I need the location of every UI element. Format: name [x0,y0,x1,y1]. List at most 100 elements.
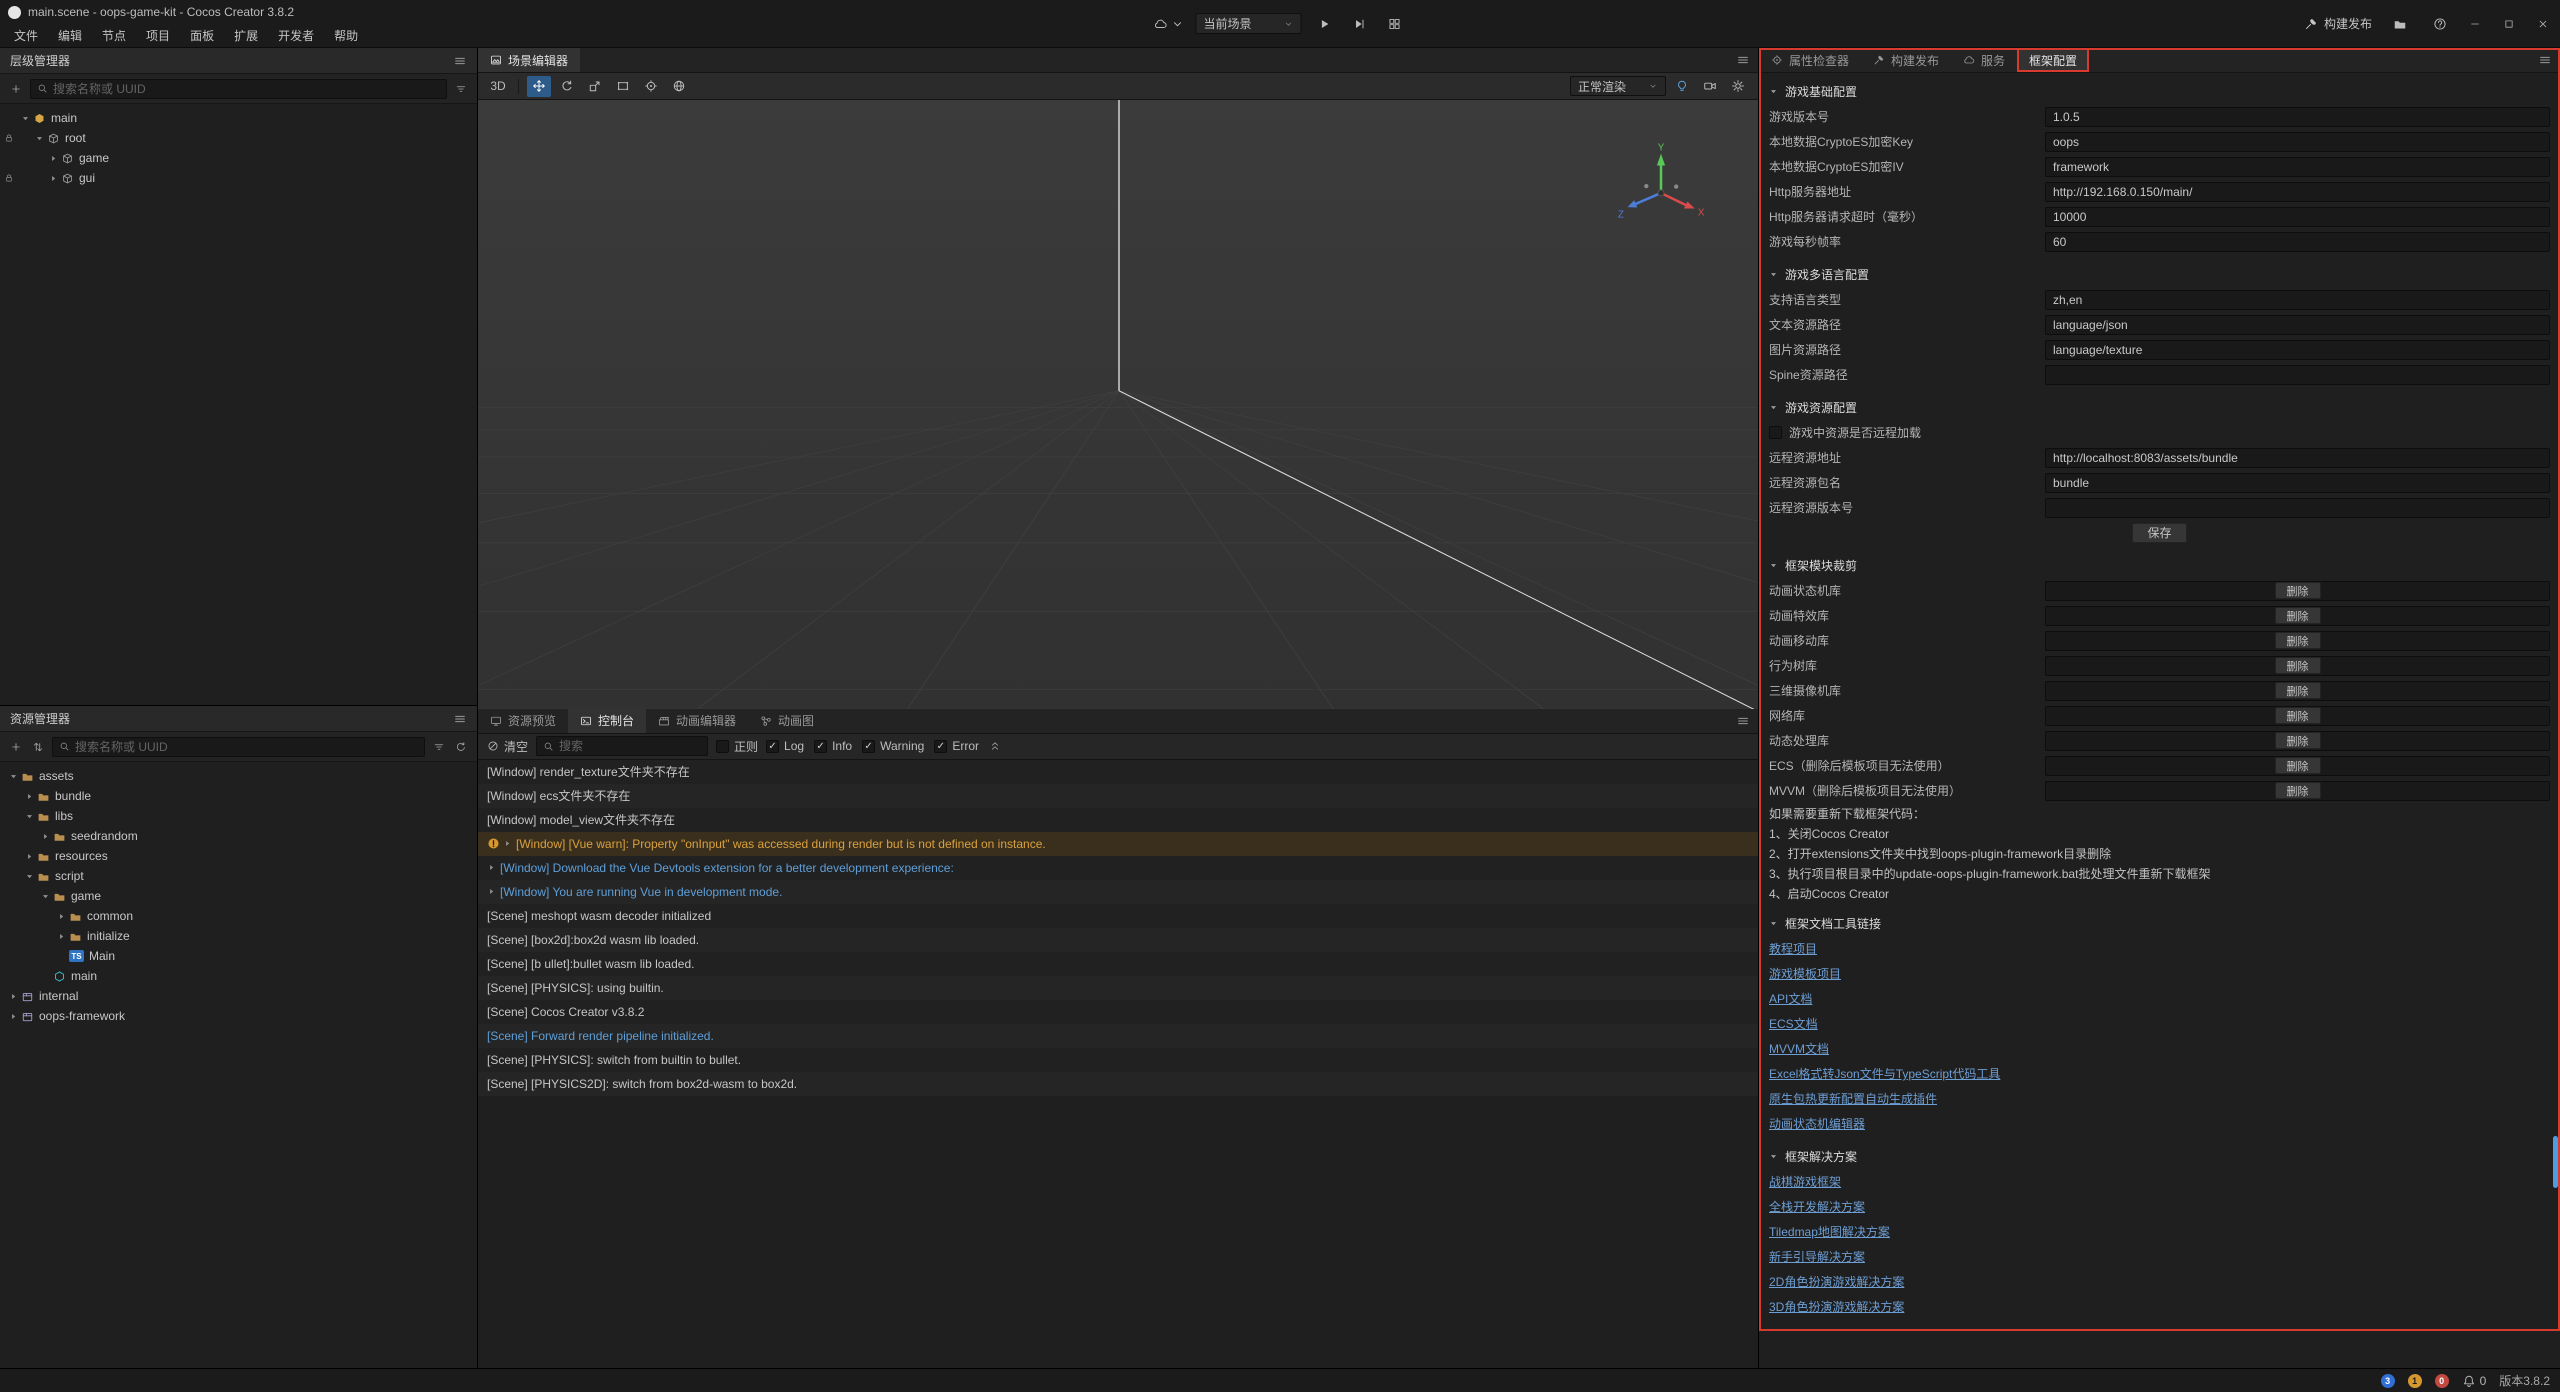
expand-toggle[interactable] [32,134,47,143]
log-row[interactable]: [Window] [Vue warn]: Property "onInput" … [478,832,1758,856]
doc-link[interactable]: 教程项目 [1769,940,1817,957]
expand-toggle[interactable] [22,812,37,821]
sort-assets-button[interactable] [30,737,46,757]
console-tab-1[interactable]: 控制台 [568,709,646,733]
delete-module-button[interactable]: 删除 [2275,757,2321,774]
checkbox-icon[interactable] [934,740,947,753]
filter-error[interactable]: Error [934,739,979,753]
field-input[interactable] [2045,132,2550,152]
checkbox-icon[interactable] [814,740,827,753]
log-row[interactable]: [Scene] meshopt wasm decoder initialized [478,904,1758,928]
log-row[interactable]: [Scene] Forward render pipeline initiali… [478,1024,1758,1048]
expand-toggle[interactable] [6,992,21,1001]
field-input[interactable] [2045,365,2550,385]
save-button[interactable]: 保存 [2132,523,2186,543]
scene-select[interactable]: 当前场景 [1196,13,1302,34]
assets-search-input[interactable] [75,740,418,754]
open-project-folder-button[interactable] [2388,12,2412,36]
hierarchy-node-gui[interactable]: gui [0,168,477,188]
hierarchy-filter-button[interactable] [453,79,469,99]
delete-module-button[interactable]: 删除 [2275,732,2321,749]
rotate-tool-button[interactable] [555,76,579,97]
menu-item-3[interactable]: 项目 [136,24,180,48]
panel-menu-icon[interactable] [1736,714,1750,728]
section-header[interactable]: 框架解决方案 [1769,1143,2550,1169]
section-header[interactable]: 框架文档工具链接 [1769,910,2550,936]
gizmo-settings-button[interactable] [1726,76,1750,97]
field-input[interactable] [2045,232,2550,252]
error-count-badge[interactable]: 0 [2435,1374,2449,1388]
expand-toggle[interactable] [22,792,37,801]
delete-module-button[interactable]: 删除 [2275,782,2321,799]
doc-link[interactable]: 全栈开发解决方案 [1769,1198,1865,1215]
doc-link[interactable]: 3D角色扮演游戏解决方案 [1769,1298,1904,1315]
checkbox-icon[interactable] [766,740,779,753]
scene-viewport[interactable]: Y X Z [478,100,1758,709]
log-row[interactable]: [Window] ecs文件夹不存在 [478,784,1758,808]
build-publish-button[interactable]: 构建发布 [2304,15,2372,32]
warning-count-badge[interactable]: 1 [2408,1374,2422,1388]
hierarchy-search-input[interactable] [53,82,440,96]
hierarchy-search[interactable] [30,79,447,99]
expand-toggle[interactable] [18,114,33,123]
minimize-button[interactable] [2458,0,2492,48]
menu-item-4[interactable]: 面板 [180,24,224,48]
menu-item-2[interactable]: 节点 [92,24,136,48]
expand-toggle[interactable] [38,892,53,901]
section-header[interactable]: 游戏多语言配置 [1769,261,2550,287]
lock-gutter[interactable] [0,133,18,143]
checkbox-icon[interactable] [862,740,875,753]
doc-link[interactable]: 新手引导解决方案 [1769,1248,1865,1265]
log-gutter[interactable] [487,887,496,896]
asset-node-Main[interactable]: TSMain [0,946,477,966]
hierarchy-node-game[interactable]: game [0,148,477,168]
help-button[interactable] [2428,12,2452,36]
console-tab-3[interactable]: 动画图 [748,709,826,733]
move-tool-button[interactable] [527,76,551,97]
doc-link[interactable]: 动画状态机编辑器 [1769,1115,1865,1132]
delete-module-button[interactable]: 删除 [2275,607,2321,624]
asset-node-game[interactable]: game [0,886,477,906]
field-input[interactable] [2045,107,2550,127]
menu-item-1[interactable]: 编辑 [48,24,92,48]
filter-log[interactable]: Log [766,739,804,753]
inspector-tab-3[interactable]: 框架配置 [2017,48,2089,72]
section-header[interactable]: 游戏基础配置 [1769,78,2550,104]
scrollbar-thumb[interactable] [2553,1136,2558,1188]
field-input[interactable] [2045,473,2550,493]
tab-scene-editor[interactable]: 场景编辑器 [478,48,580,72]
log-row[interactable]: [Window] You are running Vue in developm… [478,880,1758,904]
menu-item-5[interactable]: 扩展 [224,24,268,48]
maximize-button[interactable] [2492,0,2526,48]
section-header[interactable]: 框架模块裁剪 [1769,552,2550,578]
log-row[interactable]: [Scene] [PHYSICS]: using builtin. [478,976,1758,1000]
expand-toggle[interactable] [54,912,69,921]
expand-toggle[interactable] [38,832,53,841]
field-input[interactable] [2045,290,2550,310]
console-tab-2[interactable]: 动画编辑器 [646,709,748,733]
create-asset-button[interactable] [8,737,24,757]
panel-menu-icon[interactable] [453,54,467,68]
doc-link[interactable]: MVVM文档 [1769,1040,1829,1057]
console-tab-0[interactable]: 资源预览 [478,709,568,733]
step-button[interactable] [1348,12,1372,36]
log-gutter[interactable] [487,863,496,872]
navigation-gizmo[interactable]: Y X Z [1612,142,1710,240]
field-input[interactable] [2045,207,2550,227]
field-input[interactable] [2045,182,2550,202]
expand-toggle[interactable] [46,174,61,183]
asset-node-oops-framework[interactable]: oops-framework [0,1006,477,1026]
doc-link[interactable]: API文档 [1769,990,1812,1007]
info-count-badge[interactable]: 3 [2381,1374,2395,1388]
coordinate-space-button[interactable] [667,76,691,97]
lock-gutter[interactable] [0,173,18,183]
render-mode-select[interactable]: 正常渲染 [1570,76,1666,96]
field-input[interactable] [2045,315,2550,335]
log-row[interactable]: [Window] render_texture文件夹不存在 [478,760,1758,784]
delete-module-button[interactable]: 删除 [2275,707,2321,724]
log-row[interactable]: [Scene] Cocos Creator v3.8.2 [478,1000,1758,1024]
expand-toggle[interactable] [22,852,37,861]
expand-toggle[interactable] [22,872,37,881]
panel-menu-icon[interactable] [453,712,467,726]
asset-node-main[interactable]: main [0,966,477,986]
